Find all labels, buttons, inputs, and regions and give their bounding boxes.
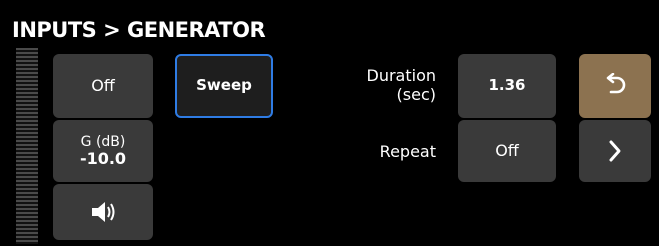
- gain-label: G (dB): [80, 133, 126, 150]
- next-button[interactable]: [579, 120, 651, 182]
- page-title: INPUTS > GENERATOR: [12, 18, 266, 42]
- level-meter: [16, 48, 38, 244]
- duration-value: 1.36: [488, 76, 526, 95]
- generator-off-label: Off: [91, 75, 115, 95]
- gain-value: -10.0: [79, 148, 127, 168]
- generator-off-button[interactable]: Off: [53, 54, 153, 118]
- gain-button[interactable]: G (dB) -10.0: [53, 120, 153, 182]
- duration-label: Duration (sec): [330, 66, 437, 105]
- chevron-right-icon: [606, 138, 624, 164]
- repeat-value: Off: [495, 140, 519, 160]
- duration-label-line2: (sec): [396, 85, 436, 105]
- sweep-mode-label: Sweep: [196, 76, 252, 95]
- repeat-label: Repeat: [379, 142, 436, 161]
- speaker-icon: [90, 200, 116, 224]
- speaker-button[interactable]: [53, 184, 153, 240]
- repeat-value-button[interactable]: Off: [458, 120, 556, 182]
- undo-button[interactable]: [579, 54, 651, 118]
- duration-label-line1: Duration: [366, 66, 437, 85]
- sweep-mode-button[interactable]: Sweep: [175, 54, 273, 118]
- undo-icon: [603, 73, 627, 99]
- duration-value-button[interactable]: 1.36: [458, 54, 556, 118]
